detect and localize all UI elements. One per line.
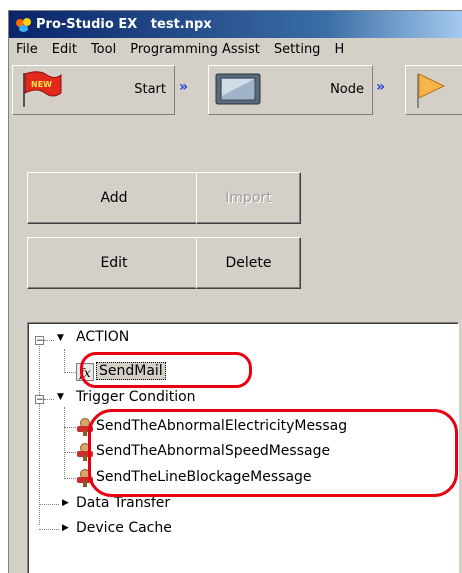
wizard-node-label: Node	[330, 82, 364, 97]
tree-node-action[interactable]: ACTION	[76, 329, 129, 345]
tree-connector	[64, 478, 76, 479]
wizard-bar: NEW Start » Node »	[9, 63, 462, 117]
chevron-right-icon: »	[376, 79, 385, 95]
wizard-node-button[interactable]: Node	[208, 65, 373, 115]
wizard-next-step-button[interactable]	[405, 65, 462, 115]
caret-down-icon: ▼	[57, 333, 64, 343]
title-bar[interactable]: Pro-Studio EX test.npx	[9, 11, 462, 38]
tree-connector	[39, 344, 40, 525]
delete-button[interactable]: Delete	[196, 237, 301, 289]
tree-connector	[44, 340, 54, 341]
menu-bar: File Edit Tool Programming Assist Settin…	[9, 38, 462, 60]
tree-connector	[64, 427, 76, 428]
menu-file[interactable]: File	[9, 42, 45, 57]
tree-connector	[39, 529, 59, 530]
caret-down-icon: ▼	[57, 392, 64, 402]
chevron-right-icon: »	[179, 79, 188, 95]
tree-view[interactable]: − ▼ ACTION fx SendMail − ▼ Trigger Condi…	[27, 322, 459, 573]
display-panel-icon	[215, 73, 261, 105]
collapse-toggle[interactable]: −	[35, 395, 44, 405]
edit-button[interactable]: Edit	[27, 237, 201, 289]
tree-connector	[64, 372, 76, 373]
new-badge-text: NEW	[31, 80, 52, 89]
app-logo-icon	[15, 17, 33, 33]
window-title: Pro-Studio EX test.npx	[36, 17, 212, 32]
tree-node-data-transfer[interactable]: Data Transfer	[76, 495, 170, 511]
highlight-circle	[80, 352, 252, 388]
tree-node-trigger-condition[interactable]: Trigger Condition	[76, 389, 196, 405]
import-button[interactable]: Import	[196, 172, 301, 224]
menu-tool[interactable]: Tool	[84, 42, 123, 57]
wizard-start-button[interactable]: NEW Start	[12, 65, 175, 115]
tree-connector	[39, 504, 59, 505]
caret-right-icon: ▶	[62, 498, 69, 508]
tree-connector	[44, 399, 54, 400]
tree-connector	[64, 452, 76, 453]
wizard-start-label: Start	[134, 82, 166, 97]
menu-setting[interactable]: Setting	[267, 42, 328, 57]
menu-edit[interactable]: Edit	[45, 42, 84, 57]
caret-right-icon: ▶	[62, 523, 69, 533]
menu-help[interactable]: H	[327, 42, 351, 57]
menu-programming-assist[interactable]: Programming Assist	[123, 42, 267, 57]
tree-node-device-cache[interactable]: Device Cache	[76, 520, 172, 536]
app-window: Pro-Studio EX test.npx File Edit Tool Pr…	[8, 10, 462, 573]
new-flag-icon: NEW	[23, 71, 62, 107]
highlight-circle	[88, 409, 458, 497]
flag-icon	[417, 73, 446, 108]
add-button[interactable]: Add	[27, 172, 201, 224]
tree-connector	[64, 407, 65, 479]
tree-connector	[64, 349, 65, 371]
collapse-toggle[interactable]: −	[35, 336, 44, 346]
